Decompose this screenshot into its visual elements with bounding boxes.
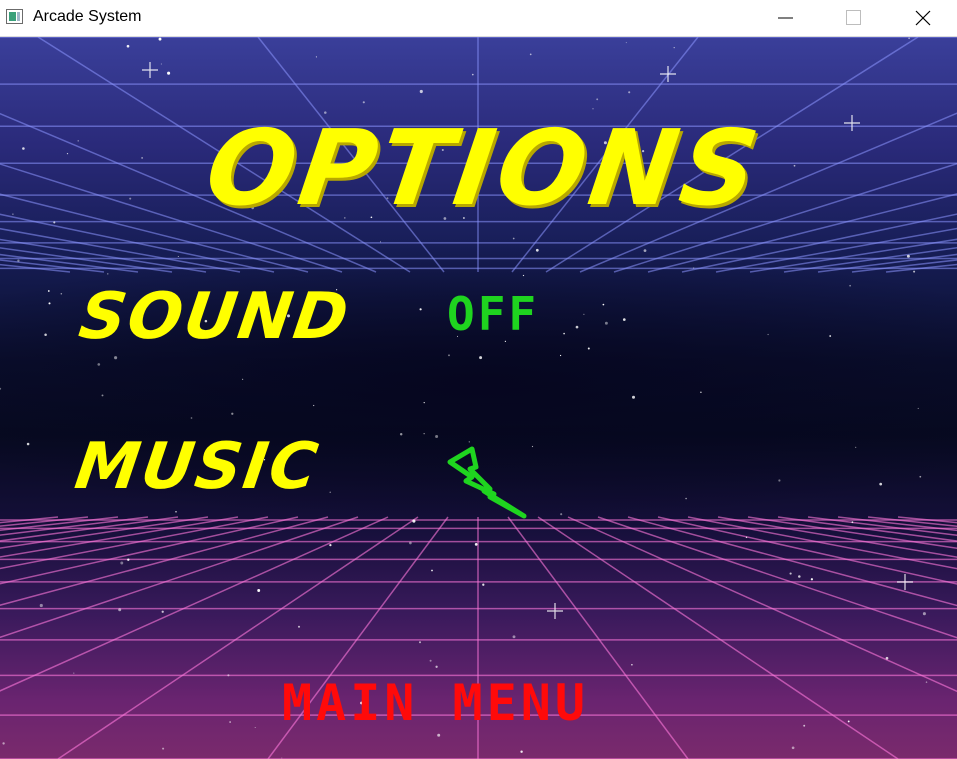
music-label[interactable]: MUSIC [71,430,324,504]
sound-label[interactable]: SOUND [75,280,355,354]
main-menu-button[interactable]: MAIN MENU [282,674,589,732]
game-screen: OPTIONS SOUND OFF MUSIC MAIN MENU [0,37,957,759]
lightning-bolt-icon[interactable] [446,439,528,521]
maximize-button[interactable] [830,0,876,36]
minimize-icon [778,17,793,19]
sound-value[interactable]: OFF [447,287,539,341]
minimize-button[interactable] [761,0,807,36]
title-bar[interactable]: Arcade System [0,0,957,37]
app-window: Arcade System OPTIONS SOUND OFF MUSIC MA… [0,0,957,759]
options-heading: OPTIONS [199,107,769,229]
app-icon [6,9,23,24]
close-icon [915,10,931,26]
maximize-icon [846,10,861,25]
close-button[interactable] [899,0,945,36]
window-title: Arcade System [33,8,142,25]
